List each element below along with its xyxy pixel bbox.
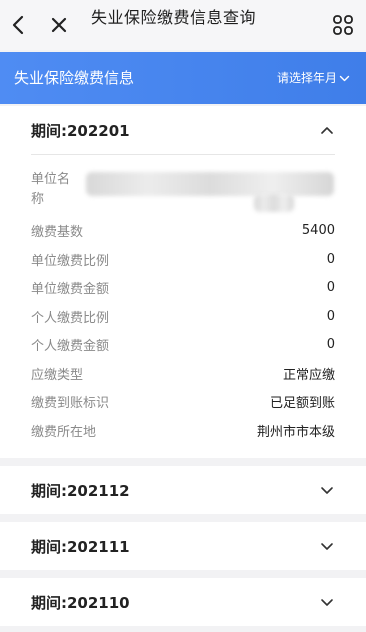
- record-period: 期间:202110: [31, 593, 130, 612]
- field-label: 单位缴费金额: [31, 281, 110, 297]
- field-value: 0: [326, 308, 335, 324]
- record-card-expanded: 期间:202201 单位名称 缴费基数 5400 单位缴费比例 0 单位缴费金额…: [0, 106, 366, 458]
- field-row: 缴费基数 5400: [31, 216, 335, 244]
- field-label: 个人缴费金额: [31, 338, 110, 354]
- close-icon[interactable]: [44, 0, 74, 50]
- record-header[interactable]: 期间:202111: [31, 522, 335, 570]
- field-label: 缴费基数: [31, 224, 84, 240]
- field-label: 缴费到账标识: [31, 395, 110, 411]
- record-card-collapsed[interactable]: 期间:202112: [0, 466, 366, 514]
- record-period: 期间:202201: [31, 121, 130, 140]
- field-value: 已足额到账: [269, 395, 335, 411]
- section-banner: 失业保险缴费信息 请选择年月: [0, 52, 366, 104]
- record-period: 期间:202111: [31, 537, 130, 556]
- record-header[interactable]: 期间:202110: [31, 578, 335, 626]
- record-header[interactable]: 期间:202112: [31, 466, 335, 514]
- chevron-down-icon[interactable]: [319, 538, 335, 554]
- field-label: 缴费所在地: [31, 424, 97, 440]
- field-value: 0: [326, 336, 335, 352]
- field-row-unit-name: 单位名称: [31, 170, 76, 210]
- field-value: 荆州市市本级: [256, 424, 335, 440]
- banner-title: 失业保险缴费信息: [14, 69, 135, 87]
- field-label: 应缴类型: [31, 367, 84, 383]
- record-card-collapsed[interactable]: 期间:202111: [0, 522, 366, 570]
- chevron-down-icon[interactable]: [319, 594, 335, 610]
- month-picker[interactable]: 请选择年月: [277, 52, 350, 104]
- back-chevron-icon[interactable]: [4, 0, 32, 50]
- field-row: 个人缴费金额 0: [31, 330, 335, 358]
- field-label: 单位名称: [31, 172, 71, 207]
- redacted-unit-name: [86, 172, 334, 196]
- chevron-down-icon[interactable]: [319, 482, 335, 498]
- field-value: 0: [326, 251, 335, 267]
- field-value: 正常应缴: [282, 367, 335, 383]
- field-label: 单位缴费比例: [31, 253, 110, 269]
- record-period: 期间:202112: [31, 481, 130, 500]
- top-nav-bar: 失业保险缴费信息查询: [0, 0, 366, 50]
- field-row: 应缴类型 正常应缴: [31, 359, 335, 387]
- field-row: 缴费到账标识 已足额到账: [31, 387, 335, 415]
- record-card-collapsed[interactable]: 期间:202110: [0, 578, 366, 626]
- chevron-up-icon[interactable]: [319, 122, 335, 138]
- month-picker-label: 请选择年月: [276, 71, 337, 85]
- field-label: 个人缴费比例: [31, 310, 110, 326]
- divider: [31, 154, 335, 155]
- field-row: 个人缴费比例 0: [31, 302, 335, 330]
- grid-menu-icon[interactable]: [328, 0, 358, 50]
- record-header[interactable]: 期间:202201: [31, 106, 335, 154]
- field-row: 单位缴费金额 0: [31, 273, 335, 301]
- page-title: 失业保险缴费信息查询: [91, 8, 257, 27]
- redacted-unit-name-2: [254, 194, 294, 212]
- field-row: 单位缴费比例 0: [31, 245, 335, 273]
- field-row: 缴费所在地 荆州市市本级: [31, 416, 335, 444]
- field-value: 5400: [301, 222, 335, 238]
- field-value: 0: [326, 279, 335, 295]
- chevron-down-icon: [339, 75, 350, 81]
